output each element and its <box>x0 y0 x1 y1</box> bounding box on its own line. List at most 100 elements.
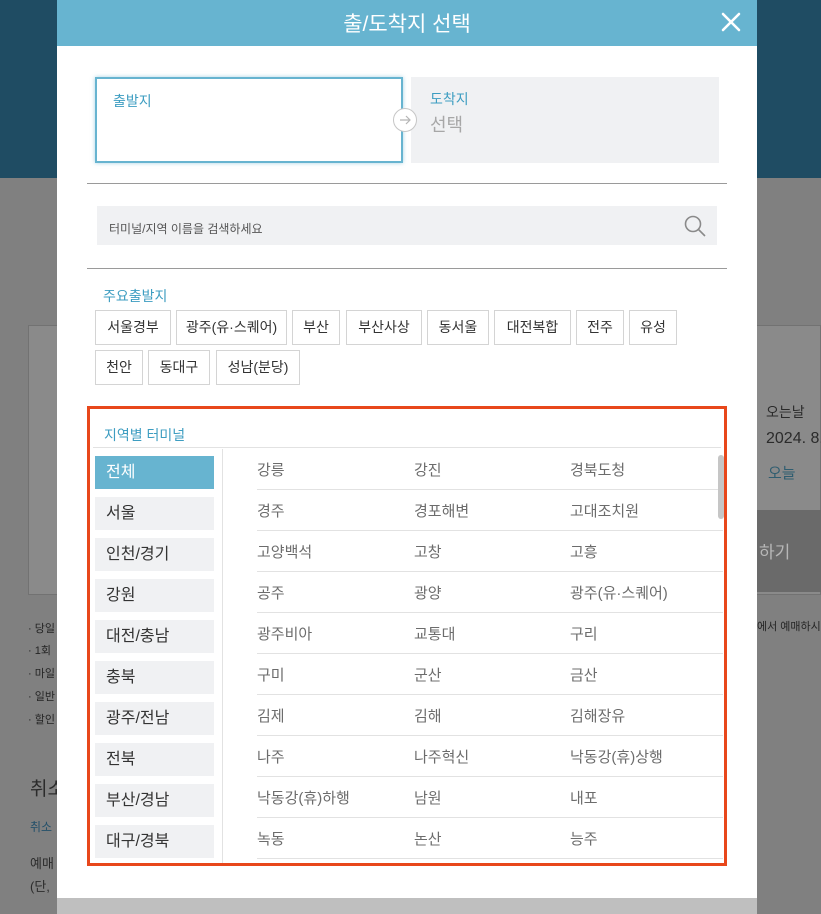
terminal-item[interactable]: 강진 <box>414 459 442 480</box>
terminal-item[interactable]: 구미 <box>257 664 285 685</box>
terminal-row: 녹동 논산 능주 <box>257 818 723 859</box>
terminal-row: 광주비아 교통대 구리 <box>257 613 723 654</box>
terminal-row: 낙동강(휴)하행 남원 내포 <box>257 777 723 818</box>
terminal-item[interactable]: 김해 <box>414 705 442 726</box>
chip-busan-sasang[interactable]: 부산사상 <box>346 310 422 345</box>
terminal-item[interactable]: 광주비아 <box>257 623 312 644</box>
terminal-item[interactable]: 고양백석 <box>257 541 312 562</box>
terminal-row: 경주 경포해변 고대조치원 <box>257 490 723 531</box>
region-divider <box>93 447 721 448</box>
arrival-field[interactable]: 도착지 선택 <box>411 77 719 163</box>
terminal-item[interactable]: 녹동 <box>257 828 285 849</box>
terminal-row: 공주 광양 광주(유·스퀘어) <box>257 572 723 613</box>
background-right-note: 에서 예매하시 <box>757 621 821 633</box>
regional-terminal-panel: 지역별 터미널 전체 서울 인천/경기 강원 대전/충남 충북 광주/전남 전북… <box>87 406 727 866</box>
region-tab-jeonbuk[interactable]: 전북 <box>95 743 214 776</box>
region-tab-busan-gyeongnam[interactable]: 부산/경남 <box>95 784 214 817</box>
arrival-label: 도착지 <box>430 91 469 107</box>
major-departures-label: 주요출발지 <box>103 288 168 304</box>
background-reserve-text: 예매 <box>30 856 54 871</box>
departure-field[interactable]: 출발지 <box>95 77 403 163</box>
terminal-select-modal: 출/도착지 선택 출발지 도착지 선택 터미널/지역 이름을 검색하세요 주요출… <box>57 0 757 914</box>
chip-gwangju-usquare[interactable]: 광주(유·스퀘어) <box>176 310 287 345</box>
terminal-item[interactable]: 김제 <box>257 705 285 726</box>
terminal-item[interactable]: 논산 <box>414 828 442 849</box>
terminal-row: 강릉 강진 경북도청 <box>257 449 723 490</box>
chip-dong-seoul[interactable]: 동서울 <box>427 310 489 345</box>
terminal-item[interactable]: 구리 <box>570 623 598 644</box>
arrow-right-icon <box>400 115 411 125</box>
direction-arrow <box>393 108 417 132</box>
terminal-item[interactable]: 금산 <box>570 664 598 685</box>
background-note-5: · 할인 <box>28 714 55 726</box>
background-note-3: · 마일 <box>28 668 55 680</box>
terminal-item[interactable]: 고창 <box>414 541 442 562</box>
chip-cheonan[interactable]: 천안 <box>95 350 143 385</box>
region-tab-gwangju-jeonnam[interactable]: 광주/전남 <box>95 702 214 735</box>
terminal-item[interactable]: 교통대 <box>414 623 455 644</box>
terminal-item[interactable]: 낙동강(휴)상행 <box>570 746 663 767</box>
region-tab-gangwon[interactable]: 강원 <box>95 579 214 612</box>
terminal-item[interactable]: 군산 <box>414 664 442 685</box>
region-tab-chungbuk[interactable]: 충북 <box>95 661 214 694</box>
divider-middle <box>87 268 727 269</box>
terminal-item[interactable]: 고흥 <box>570 541 598 562</box>
departure-label: 출발지 <box>113 93 152 109</box>
region-tab-incheon-gyeonggi[interactable]: 인천/경기 <box>95 538 214 571</box>
background-cancel-link: 취소 <box>30 820 53 834</box>
terminal-item[interactable]: 나주 <box>257 746 285 767</box>
region-tab-all[interactable]: 전체 <box>95 456 214 489</box>
terminal-item[interactable]: 낙동강(휴)하행 <box>257 787 350 808</box>
terminal-search-input[interactable]: 터미널/지역 이름을 검색하세요 <box>97 206 717 245</box>
region-tab-daejeon-chungnam[interactable]: 대전/충남 <box>95 620 214 653</box>
search-icon[interactable] <box>683 214 707 238</box>
terminal-item[interactable]: 나주혁신 <box>414 746 469 767</box>
modal-bottom-bar <box>57 898 757 914</box>
terminal-item[interactable]: 광주(유·스퀘어) <box>570 582 668 603</box>
terminal-item[interactable]: 경주 <box>257 500 285 521</box>
chip-jeonju[interactable]: 전주 <box>576 310 624 345</box>
chip-seongnam-bundang[interactable]: 성남(분당) <box>216 350 300 385</box>
divider-top <box>87 183 727 184</box>
background-today: 오늘 <box>768 465 796 482</box>
terminal-item[interactable]: 고대조치원 <box>570 500 639 521</box>
close-button[interactable] <box>717 8 745 36</box>
search-placeholder: 터미널/지역 이름을 검색하세요 <box>109 222 263 236</box>
terminal-row: 구미 군산 금산 <box>257 654 723 695</box>
region-tab-daegu-gyeongbuk[interactable]: 대구/경북 <box>95 825 214 858</box>
background-return-date: 2024. 8. <box>766 430 821 447</box>
terminal-row: 고양백석 고창 고흥 <box>257 531 723 572</box>
terminal-item[interactable]: 경포해변 <box>414 500 469 521</box>
modal-title: 출/도착지 선택 <box>343 13 471 36</box>
terminal-item[interactable]: 능주 <box>570 828 598 849</box>
regional-terminal-title: 지역별 터미널 <box>104 427 186 443</box>
arrival-value: 선택 <box>430 115 464 135</box>
chip-yuseong[interactable]: 유성 <box>629 310 677 345</box>
origin-destination-row: 출발지 도착지 선택 <box>95 77 719 163</box>
region-tab-seoul[interactable]: 서울 <box>95 497 214 530</box>
terminal-row: 나주 나주혁신 낙동강(휴)상행 <box>257 736 723 777</box>
terminal-row: 김제 김해 김해장유 <box>257 695 723 736</box>
background-search-button: 하기 <box>757 510 821 592</box>
chip-seoul-gyeongbu[interactable]: 서울경부 <box>95 310 171 345</box>
terminal-item[interactable]: 경북도청 <box>570 459 625 480</box>
terminal-item[interactable]: 공주 <box>257 582 285 603</box>
terminal-item[interactable]: 김해장유 <box>570 705 625 726</box>
background-note-2: · 1회 <box>28 645 51 657</box>
terminal-list: 강릉 강진 경북도청 경주 경포해변 고대조치원 고양백석 고창 고흥 공주 광… <box>257 449 723 863</box>
background-note-4: · 일반 <box>28 691 55 703</box>
background-return-label: 오는날 <box>766 404 805 420</box>
terminal-item[interactable]: 강릉 <box>257 459 285 480</box>
modal-header: 출/도착지 선택 <box>57 0 757 46</box>
background-note-1: · 당일 <box>28 623 55 635</box>
close-icon <box>721 12 741 32</box>
terminal-item[interactable]: 남원 <box>414 787 442 808</box>
chip-busan[interactable]: 부산 <box>292 310 340 345</box>
terminal-list-scrollbar[interactable] <box>718 455 724 519</box>
chip-dong-daegu[interactable]: 동대구 <box>148 350 210 385</box>
terminal-item[interactable]: 광양 <box>414 582 442 603</box>
terminal-item[interactable]: 내포 <box>570 787 598 808</box>
sidebar-divider <box>222 449 223 863</box>
chip-daejeon-complex[interactable]: 대전복합 <box>494 310 571 345</box>
background-single-text: (단, <box>30 879 50 894</box>
